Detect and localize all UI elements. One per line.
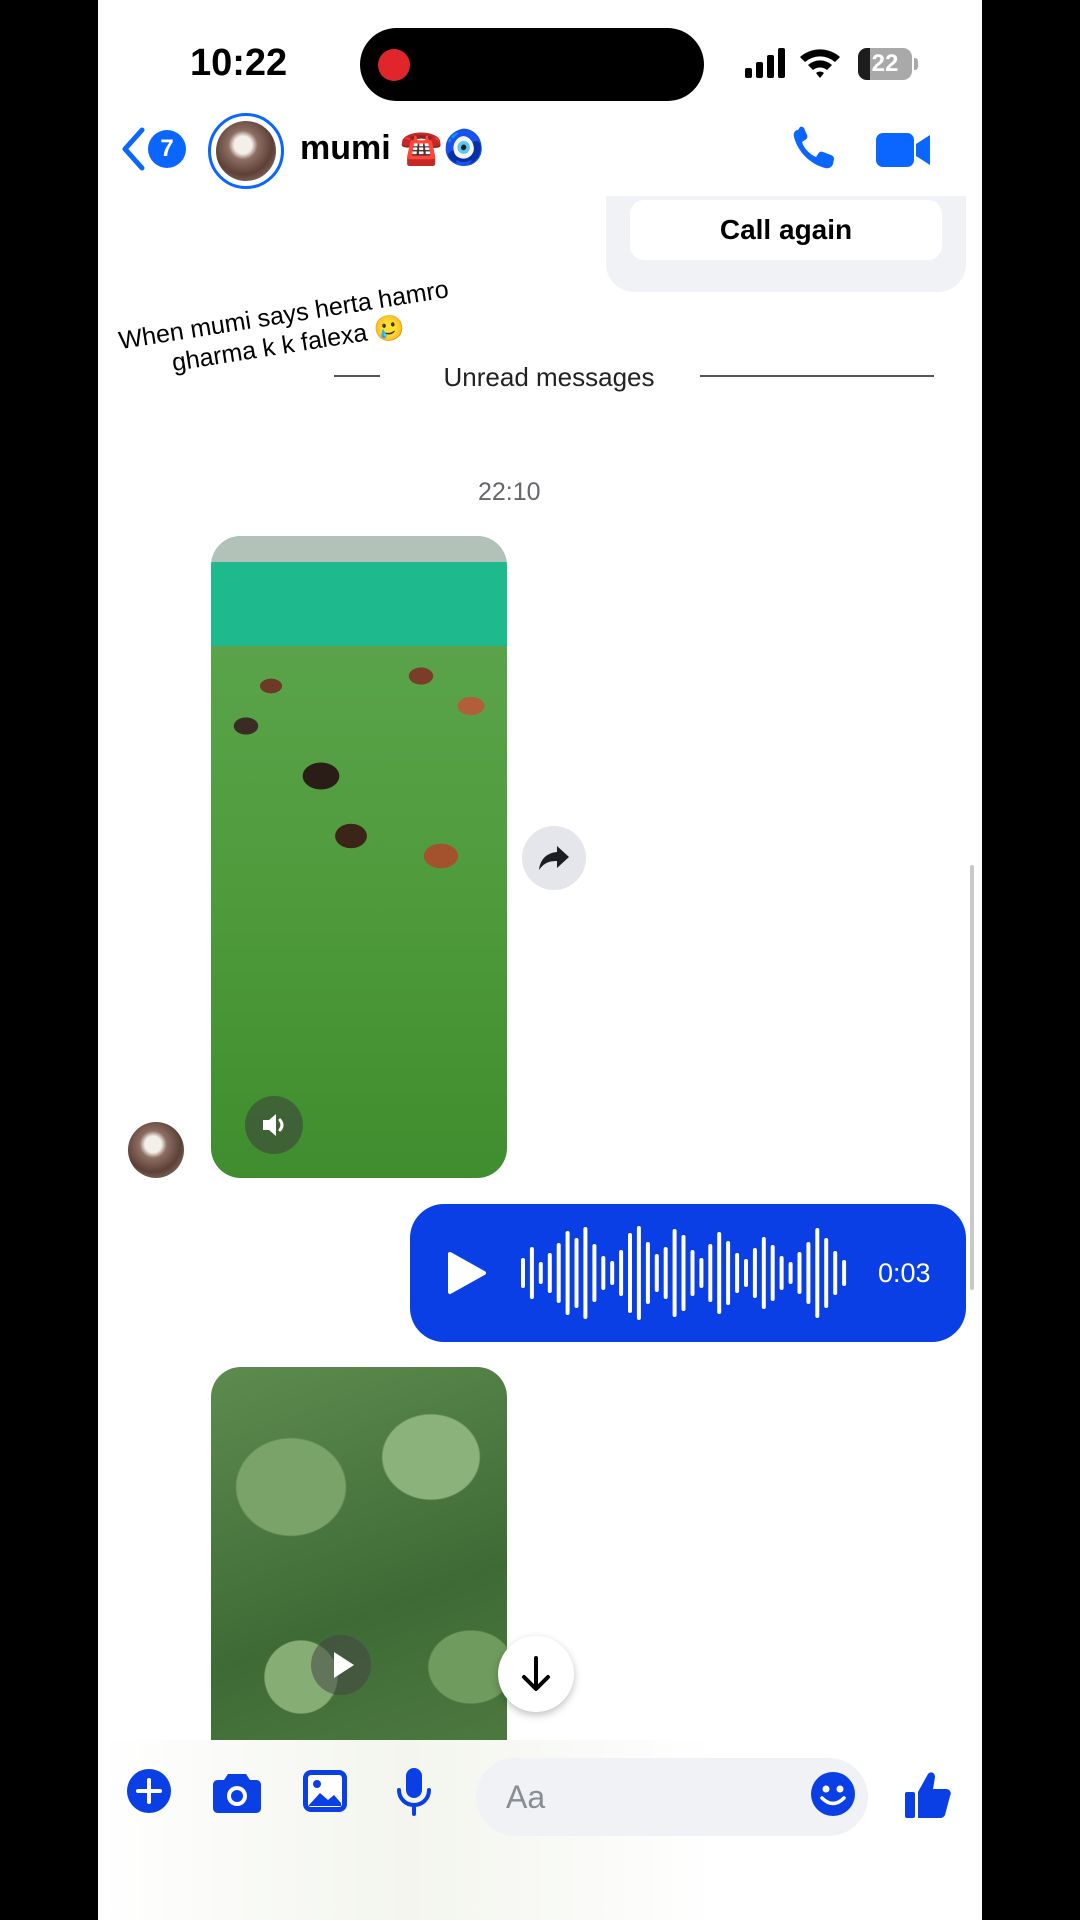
waveform-bar — [645, 1242, 650, 1304]
waveform-bar — [752, 1248, 757, 1298]
waveform-bar — [726, 1241, 731, 1305]
waveform-bar — [770, 1245, 775, 1301]
play-icon[interactable] — [446, 1250, 488, 1296]
video-play-button[interactable] — [311, 1635, 371, 1695]
video-camera-icon[interactable] — [876, 130, 932, 170]
voice-duration: 0:03 — [878, 1258, 931, 1288]
waveform-bar — [824, 1238, 829, 1308]
waveform-bar — [619, 1250, 624, 1296]
waveform-bar — [797, 1252, 802, 1294]
scroll-to-bottom-button[interactable] — [498, 1636, 574, 1712]
waveform-bar — [529, 1247, 534, 1299]
unread-count-badge: 7 — [148, 130, 186, 168]
waveform-bar — [556, 1243, 561, 1303]
scrollbar[interactable] — [970, 865, 974, 1290]
call-card: Call again — [606, 196, 966, 292]
microphone-icon[interactable] — [396, 1768, 432, 1816]
battery-icon: 22 — [858, 48, 920, 80]
waveform-bar — [806, 1242, 811, 1304]
contact-name[interactable]: mumi ☎️🧿 — [300, 128, 485, 168]
speaker-icon — [263, 1114, 284, 1136]
unread-messages-divider: Unread messages — [443, 362, 655, 392]
waveform-bar — [628, 1233, 632, 1313]
message-composer — [98, 1740, 982, 1920]
forward-button[interactable] — [522, 826, 586, 890]
gallery-icon[interactable] — [302, 1768, 348, 1814]
waveform-bar — [690, 1250, 695, 1296]
waveform-bar — [681, 1235, 686, 1311]
emoji-icon[interactable] — [810, 1771, 856, 1817]
waveform-bar — [538, 1262, 543, 1284]
recording-dot-icon — [378, 49, 410, 81]
message-timestamp: 22:10 — [478, 478, 541, 506]
volume-button[interactable] — [245, 1096, 303, 1154]
waveform-bar — [779, 1256, 784, 1290]
video-message-leaves[interactable] — [211, 1367, 507, 1767]
divider-line — [334, 375, 380, 377]
waveform-bar — [842, 1260, 847, 1286]
signal-icon — [745, 48, 785, 78]
play-icon — [334, 1652, 354, 1678]
waveform-bar — [521, 1258, 525, 1288]
wifi-icon — [800, 49, 840, 78]
waveform-bar — [654, 1254, 659, 1292]
voice-message-bubble[interactable]: 0:03 — [410, 1204, 966, 1342]
waveform-bar — [672, 1229, 677, 1317]
waveform — [521, 1226, 847, 1320]
back-button[interactable]: 7 — [120, 126, 190, 172]
waveform-bar — [636, 1226, 641, 1320]
waveform-bar — [663, 1247, 668, 1299]
waveform-bar — [761, 1237, 766, 1309]
video-message-chickens[interactable] — [211, 536, 507, 1178]
share-arrow-icon — [539, 846, 569, 870]
camera-icon[interactable] — [212, 1768, 262, 1814]
waveform-bar — [744, 1259, 748, 1287]
waveform-bar — [833, 1251, 838, 1295]
phone-icon[interactable] — [790, 126, 840, 172]
waveform-bar — [788, 1262, 793, 1284]
divider-line — [700, 375, 934, 377]
waveform-bar — [717, 1232, 722, 1314]
waveform-bar — [592, 1244, 597, 1302]
waveform-bar — [574, 1238, 579, 1308]
waveform-bar — [601, 1256, 606, 1290]
back-chevron-icon — [122, 127, 145, 171]
dynamic-island — [360, 28, 704, 101]
arrow-down-icon — [522, 1656, 550, 1691]
waveform-bar — [699, 1258, 704, 1288]
waveform-bar — [708, 1244, 713, 1302]
waveform-bar — [815, 1228, 820, 1318]
plus-icon[interactable] — [126, 1768, 172, 1814]
messenger-screen: 10:22 22 7 mumi ☎️🧿 Call again Unread me… — [98, 0, 982, 1920]
status-time: 10:22 — [190, 42, 288, 84]
sender-avatar[interactable] — [128, 1122, 184, 1178]
battery-level: 22 — [871, 50, 899, 77]
contact-avatar[interactable] — [208, 113, 284, 189]
call-again-button[interactable]: Call again — [630, 200, 942, 260]
waveform-bar — [547, 1253, 552, 1293]
waveform-bar — [610, 1261, 615, 1285]
waveform-bar — [735, 1253, 740, 1293]
waveform-bar — [583, 1227, 588, 1319]
thumbs-up-icon[interactable] — [904, 1770, 952, 1820]
waveform-bar — [565, 1231, 570, 1315]
